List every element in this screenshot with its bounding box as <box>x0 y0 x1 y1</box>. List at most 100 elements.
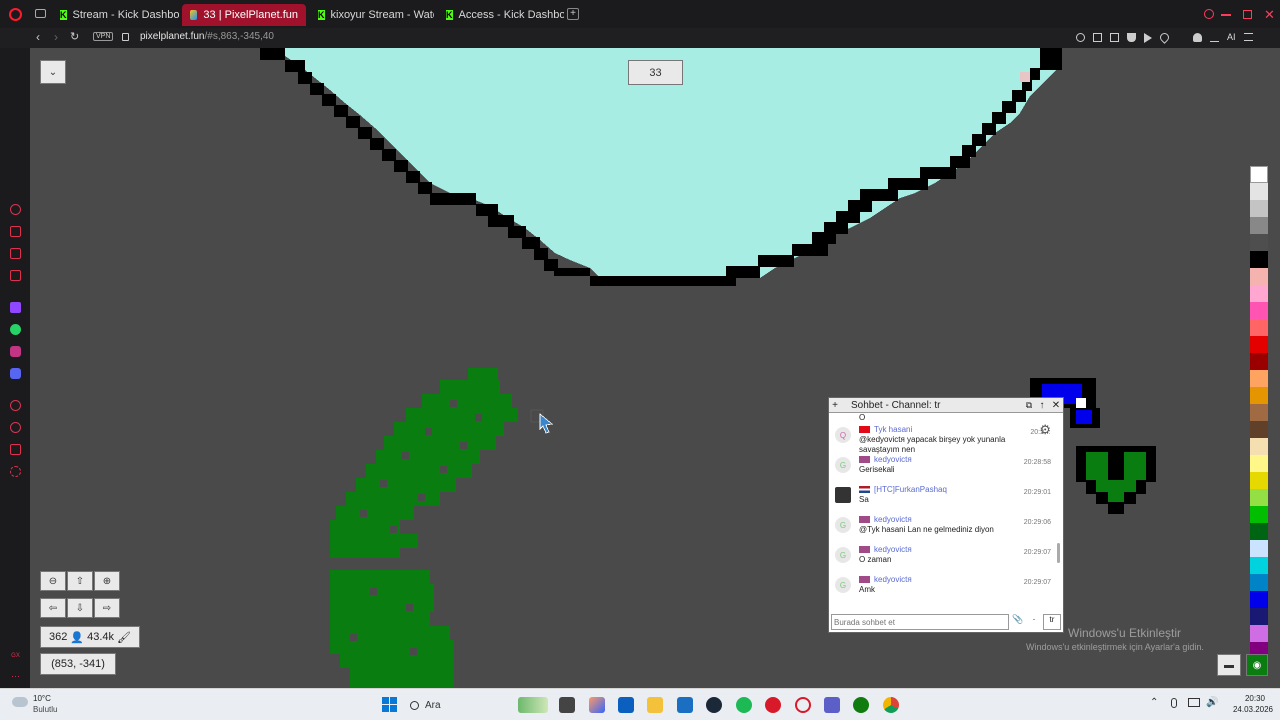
chat-header[interactable]: + Sohbet - Channel: tr ⧉ ↑ ✕ <box>829 398 1063 413</box>
app-red-icon[interactable] <box>765 697 781 713</box>
attach-icon[interactable]: 📎 <box>1011 614 1025 630</box>
whatsapp-icon[interactable] <box>10 324 21 335</box>
steam-icon[interactable] <box>706 697 722 713</box>
palette-color-swatch[interactable] <box>1250 506 1268 523</box>
move-up-button[interactable]: ⇧ <box>67 571 93 591</box>
instagram-icon[interactable] <box>10 346 21 357</box>
pixel-art[interactable] <box>30 48 1280 688</box>
tray-chevron-icon[interactable]: ⌃ <box>1150 697 1158 708</box>
taskbar-search[interactable]: Ara <box>410 696 510 714</box>
microphone-icon[interactable] <box>1171 698 1177 708</box>
palette-color-swatch[interactable] <box>1250 166 1268 183</box>
menu-toggle-button[interactable]: ⌄ <box>40 60 66 84</box>
palette-color-swatch[interactable] <box>1250 336 1268 353</box>
username[interactable]: kedyovictя <box>874 455 912 464</box>
palette-color-swatch[interactable] <box>1250 302 1268 319</box>
weather-icon[interactable] <box>12 697 28 707</box>
store-icon[interactable] <box>677 697 693 713</box>
pin-icon[interactable] <box>1093 33 1102 42</box>
palette-color-swatch[interactable] <box>1250 557 1268 574</box>
terminal-icon[interactable] <box>559 697 575 713</box>
tab-kick-stream-dashboard[interactable]: K Stream - Kick Dashboard <box>52 4 180 26</box>
move-down-button[interactable]: ⇩ <box>67 598 93 618</box>
minimize-button[interactable] <box>1221 14 1231 16</box>
username[interactable]: kedyovictя <box>874 545 912 554</box>
palette-color-swatch[interactable] <box>1250 540 1268 557</box>
windows-start-icon[interactable] <box>382 697 397 712</box>
palette-color-swatch[interactable] <box>1250 285 1268 302</box>
play-icon[interactable] <box>1144 33 1152 43</box>
xbox-icon[interactable] <box>853 697 869 713</box>
chat-maximize-icon[interactable]: ↑ <box>1035 400 1049 411</box>
download-icon[interactable] <box>1210 33 1219 42</box>
palette-color-swatch[interactable] <box>1250 421 1268 438</box>
cube-icon[interactable] <box>10 444 21 455</box>
close-window-button[interactable]: ✕ <box>1264 7 1275 23</box>
emoji-icon[interactable] <box>1076 33 1085 42</box>
chat-toggle-button[interactable]: ▬ <box>1217 654 1241 676</box>
maximize-button[interactable] <box>1243 10 1252 19</box>
move-left-button[interactable]: ⇦ <box>40 598 66 618</box>
search-icon[interactable] <box>1204 9 1214 19</box>
file-explorer-icon[interactable] <box>647 697 663 713</box>
zoom-in-button[interactable]: ⊕ <box>94 571 120 591</box>
chat-close-icon[interactable]: ✕ <box>1049 400 1063 411</box>
palette-color-swatch[interactable] <box>1250 574 1268 591</box>
clock-time[interactable]: 20:30 <box>1232 694 1278 703</box>
new-tab-button[interactable]: + <box>567 8 579 20</box>
copilot-icon[interactable] <box>589 697 605 713</box>
username[interactable]: [HTC]FurkanPashaq <box>874 485 947 494</box>
tab-pixelplanet[interactable]: 33 | PixelPlanet.fun <box>182 4 306 26</box>
url-field[interactable]: pixelplanet.fun/#s,863,-345,40 <box>140 31 274 42</box>
palette-color-swatch[interactable] <box>1250 438 1268 455</box>
chrome-icon[interactable] <box>883 697 899 713</box>
palette-color-swatch[interactable] <box>1250 489 1268 506</box>
chat-add-button[interactable]: + <box>829 400 841 411</box>
network-icon[interactable] <box>1188 698 1200 707</box>
chat-input[interactable] <box>831 614 1009 630</box>
tab-kixoyur-stream[interactable]: K kixoyur Stream - Watch Li <box>310 4 434 26</box>
widgets-icon[interactable] <box>518 697 548 713</box>
chat-scrollbar[interactable] <box>1057 543 1060 563</box>
tab-grid-icon[interactable] <box>35 9 46 18</box>
opera-logo-icon[interactable] <box>9 8 22 21</box>
settings-icon[interactable] <box>10 466 21 477</box>
discord-icon[interactable] <box>10 368 21 379</box>
palette-color-swatch[interactable] <box>1250 200 1268 217</box>
move-right-button[interactable]: ⇨ <box>94 598 120 618</box>
palette-color-swatch[interactable] <box>1250 591 1268 608</box>
menu-icon[interactable] <box>1243 33 1253 41</box>
back-icon[interactable]: ‹ <box>36 30 40 44</box>
chat-popout-icon[interactable]: ⧉ <box>1023 400 1035 411</box>
reload-icon[interactable]: ↻ <box>70 30 79 43</box>
gx-icon[interactable]: GX <box>10 650 21 661</box>
spotify-icon[interactable] <box>736 697 752 713</box>
zoom-out-button[interactable]: ⊖ <box>40 571 66 591</box>
workspace-icon[interactable] <box>10 226 21 237</box>
account-icon[interactable] <box>1193 33 1202 42</box>
clock-date[interactable]: 24.03.2026 <box>1226 705 1280 714</box>
vpn-badge[interactable]: VPN <box>93 32 114 41</box>
mail-icon[interactable] <box>10 248 21 259</box>
teams-icon[interactable] <box>824 697 840 713</box>
palette-color-swatch[interactable] <box>1250 268 1268 285</box>
shield-icon[interactable] <box>1127 33 1136 42</box>
palette-color-swatch[interactable] <box>1250 251 1268 268</box>
crop-icon[interactable] <box>1110 33 1119 42</box>
palette-toggle-button[interactable]: ◉ <box>1246 654 1268 676</box>
palette-color-swatch[interactable] <box>1250 625 1268 642</box>
canvas-number-badge[interactable]: 33 <box>628 60 683 85</box>
player-icon[interactable] <box>10 270 21 281</box>
aria-icon[interactable] <box>10 204 21 215</box>
outlook-icon[interactable] <box>618 697 634 713</box>
tab-kick-access-dashboard[interactable]: K Access - Kick Dashboard <box>438 4 564 26</box>
username[interactable]: kedyovictя <box>874 575 912 584</box>
palette-color-swatch[interactable] <box>1250 387 1268 404</box>
palette-color-swatch[interactable] <box>1250 183 1268 200</box>
username[interactable]: Tyk hasani <box>874 425 912 434</box>
heart-icon[interactable] <box>1158 31 1171 44</box>
palette-color-swatch[interactable] <box>1250 472 1268 489</box>
palette-color-swatch[interactable] <box>1250 608 1268 625</box>
palette-color-swatch[interactable] <box>1250 404 1268 421</box>
volume-icon[interactable]: 🔊 <box>1206 697 1218 708</box>
